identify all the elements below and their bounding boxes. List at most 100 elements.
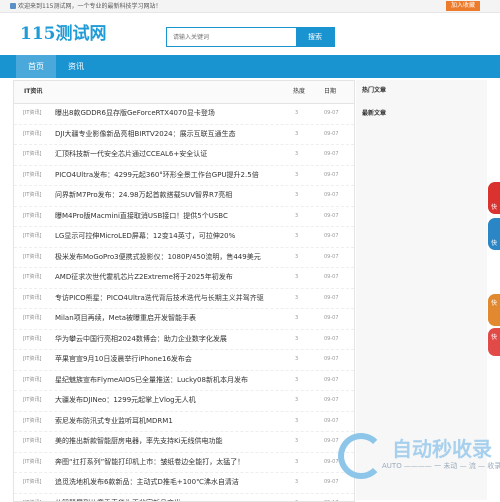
row-category-tag[interactable]: [IT资讯]: [23, 289, 41, 309]
row-article-title[interactable]: AMD征求次世代霍机芯片Z2Extreme将于2025年初发布: [55, 268, 233, 288]
nav-item-home[interactable]: 首页: [16, 55, 56, 78]
table-row: [IT资讯]曝M4Pro版Macmini直接取消USB接口！提供5个USBC30…: [14, 207, 354, 228]
row-category-tag[interactable]: [IT资讯]: [23, 432, 41, 452]
search-input[interactable]: [167, 28, 298, 46]
row-article-title[interactable]: Milan项目再续，Meta被曝重启开发智能手表: [55, 309, 196, 329]
row-date: 09-07: [324, 104, 339, 124]
home-icon[interactable]: [10, 3, 16, 9]
latest-articles-heading: 最新文章: [362, 108, 386, 117]
row-category-tag[interactable]: [IT资讯]: [23, 391, 41, 411]
row-date: 09-07: [324, 309, 339, 329]
row-date: 09-07: [324, 350, 339, 370]
float-button-label: 快: [491, 202, 497, 211]
row-category-tag[interactable]: [IT资讯]: [23, 186, 41, 206]
site-logo[interactable]: 115测试网: [20, 19, 107, 44]
row-hits: 3: [295, 371, 298, 391]
row-date: 09-07: [324, 371, 339, 391]
float-button-4[interactable]: 快: [488, 328, 500, 356]
row-date: 09-07: [324, 186, 339, 206]
row-article-title[interactable]: 大疆发布DJINeo：1299元起掌上Vlog无人机: [55, 391, 196, 411]
header: 115测试网 搜索: [0, 12, 500, 56]
row-article-title[interactable]: LG显示可拉伸MicroLED屏幕：12变14英寸，可拉伸20%: [55, 227, 235, 247]
row-category-tag[interactable]: [IT资讯]: [23, 330, 41, 350]
row-category-tag[interactable]: [IT资讯]: [23, 371, 41, 391]
row-hits: 3: [295, 186, 298, 206]
row-article-title[interactable]: 曝M4Pro版Macmini直接取消USB接口！提供5个USBC: [55, 207, 228, 227]
row-category-tag[interactable]: [IT资讯]: [23, 309, 41, 329]
main-nav: 首页 资讯: [0, 55, 500, 78]
row-category-tag[interactable]: [IT资讯]: [23, 412, 41, 432]
list-header: IT资讯 热度 日期: [14, 81, 354, 104]
watermark: 自动秒收录 AUTO ———— 一 未动 — 流 — 收录: [338, 433, 488, 495]
row-date: 09-07: [324, 453, 339, 473]
row-hits: 3: [295, 248, 298, 268]
nav-item-news[interactable]: 资讯: [56, 55, 96, 78]
table-row: [IT资讯] 星纪魅族宣布FlymeAIOS已全量推送：Lucky08新机本月发布…: [14, 371, 354, 392]
row-article-title[interactable]: 问界新M7Pro发布：24.98万起首款搭载SUV智界R7亮相: [55, 186, 232, 206]
table-row: [IT资讯]追觅洗地机发布6款新品：主动式D推毛+100℃沸水自清洁309-07: [14, 473, 354, 494]
row-article-title[interactable]: 曝出8款GDDR6显存版GeForceRTX4070显卡登场: [55, 104, 215, 124]
row-category-tag[interactable]: [IT资讯]: [23, 166, 41, 186]
row-article-title[interactable]: 奔图“扛打系列”智能打印机上市：皱纸卷边全能打，太猛了！: [55, 453, 244, 473]
row-hits: 3: [295, 473, 298, 493]
row-article-title[interactable]: 追觅洗地机发布6款新品：主动式D推毛+100℃沸水自清洁: [55, 473, 239, 493]
row-date: 09-07: [324, 125, 339, 145]
watermark-subtitle: AUTO ———— 一 未动 — 流 — 收录: [382, 461, 500, 471]
watermark-logo-icon: [338, 433, 384, 479]
row-date: 09-07: [324, 289, 339, 309]
row-category-tag[interactable]: [IT资讯]: [23, 145, 41, 165]
float-button-1[interactable]: 快: [488, 182, 500, 214]
table-row: [IT资讯] PICO4Ultra发布：4299元起360°环形全景工作台GPU提…: [14, 166, 354, 187]
row-hits: 3: [295, 104, 298, 124]
row-date: 09-07: [324, 268, 339, 288]
row-category-tag[interactable]: [IT资讯]: [23, 473, 41, 493]
float-button-2[interactable]: 快: [488, 218, 500, 250]
row-hits: 3: [295, 494, 298, 502]
article-rows: [IT资讯] 曝出8款GDDR6显存版GeForceRTX4070显卡登场 3 09-…: [14, 104, 354, 502]
row-hits: 3: [295, 350, 298, 370]
row-category-tag[interactable]: [IT资讯]: [23, 453, 41, 473]
row-date: 09-07: [324, 166, 339, 186]
row-hits: 3: [295, 453, 298, 473]
row-date: 09-07: [324, 145, 339, 165]
row-hits: 3: [295, 412, 298, 432]
row-category-tag[interactable]: [IT资讯]: [23, 207, 41, 227]
row-article-title[interactable]: 专访PICO熊星：PICO4Ultra迭代背后技术迭代与长期主义并驾齐驱: [55, 289, 264, 309]
search-button[interactable]: 搜索: [296, 28, 334, 46]
row-category-tag[interactable]: [IT资讯]: [23, 248, 41, 268]
row-article-title[interactable]: PICO4Ultra发布：4299元起360°环形全景工作台GPU提升2.5倍: [55, 166, 259, 186]
row-article-title[interactable]: 汇顶科技新一代安全芯片通过CCEAL6+安全认证: [55, 145, 207, 165]
row-article-title[interactable]: 美的推出新款智能厨房电器，率先支持Ki无线供电功能: [55, 432, 223, 452]
table-row: [IT资讯] 汇顶科技新一代安全芯片通过CCEAL6+安全认证 3 09-07: [14, 145, 354, 166]
row-article-title[interactable]: 索尼发布防汛式专业监听耳机MDRM1: [55, 412, 173, 432]
row-date: 09-07: [324, 391, 339, 411]
row-article-title[interactable]: 星纪魅族宣布FlymeAIOS已全量推送：Lucky08新机本月发布: [55, 371, 248, 391]
hits-column-header: 热度: [293, 81, 305, 103]
row-category-tag[interactable]: [IT资讯]: [23, 125, 41, 145]
row-category-tag[interactable]: [IT资讯]: [23, 227, 41, 247]
table-row: [IT资讯]Milan项目再续，Meta被曝重启开发智能手表309-07: [14, 309, 354, 330]
hot-articles-heading: 热门文章: [362, 85, 386, 94]
float-button-3[interactable]: 快: [488, 294, 500, 326]
row-article-title[interactable]: DJI大疆专业影像新品亮相BIRTV2024：展示互联互通生态: [55, 125, 236, 145]
table-row: [IT资讯] 曝出8款GDDR6显存版GeForceRTX4070显卡登场 3 09-…: [14, 104, 354, 125]
row-date: 09-07: [324, 227, 339, 247]
row-article-title[interactable]: 从智慧屏到儿童手表华为干兆家新品齐发: [55, 494, 181, 502]
watermark-title: 自动秒收录: [392, 433, 492, 462]
row-article-title[interactable]: 极米发布MoGoPro3便携式投影仪：1080P/450流明，售449美元: [55, 248, 261, 268]
float-button-label: 快: [491, 332, 497, 341]
row-category-tag[interactable]: [IT资讯]: [23, 104, 41, 124]
row-hits: 3: [295, 289, 298, 309]
add-favorite-button[interactable]: 加入收藏: [446, 1, 480, 11]
row-category-tag[interactable]: [IT资讯]: [23, 268, 41, 288]
row-hits: 3: [295, 391, 298, 411]
table-row: [IT资讯] 专访PICO熊星：PICO4Ultra迭代背后技术迭代与长期主义并驾…: [14, 289, 354, 310]
row-category-tag[interactable]: [IT资讯]: [23, 350, 41, 370]
table-row: [IT资讯] 极米发布MoGoPro3便携式投影仪：1080P/450流明，售44…: [14, 248, 354, 269]
row-article-title[interactable]: 华为攀云中国行亮相2024数博会：助力企业数字化发展: [55, 330, 227, 350]
row-date: 09-07: [324, 432, 339, 452]
row-category-tag[interactable]: [IT资讯]: [23, 494, 41, 502]
row-hits: 3: [295, 145, 298, 165]
row-hits: 3: [295, 166, 298, 186]
row-article-title[interactable]: 苹果官宣9月10日凌晨举行iPhone16发布会: [55, 350, 192, 370]
